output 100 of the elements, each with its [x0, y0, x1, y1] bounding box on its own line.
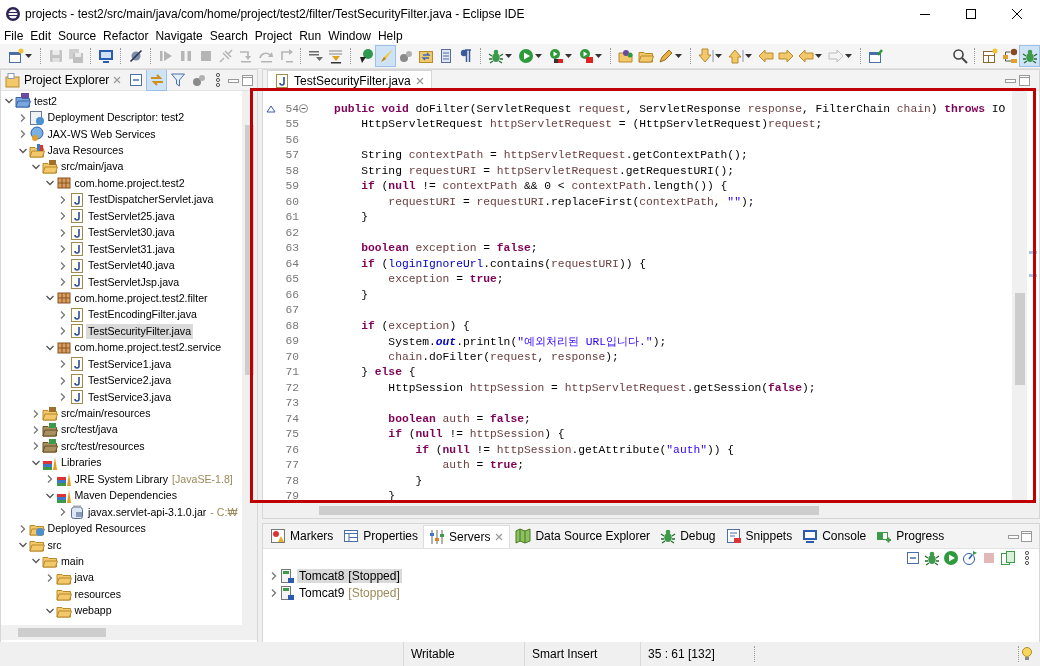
line-number: 61 [284, 211, 299, 224]
line-number: 72 [284, 381, 299, 394]
tree-item[interactable]: TestDispatcherServlet.java [86, 192, 216, 208]
tree-item[interactable]: src/main/resources [59, 406, 153, 422]
status-text: 35 : 61 [132] [648, 647, 715, 661]
tree-item[interactable]: com.home.project.test2.filter [72, 290, 210, 306]
tree-item[interactable]: TestServlet25.java [86, 208, 177, 224]
view-tab[interactable]: Markers [265, 525, 339, 547]
tree-item-decoration: - C:₩ [210, 506, 239, 519]
line-number: 55 [284, 118, 299, 131]
line-number: 63 [284, 242, 299, 255]
code-line: chain.doFilter(request, response); [387, 350, 619, 363]
code-line: if (null != contextPath && 0 < contextPath.length()) { [360, 180, 728, 193]
menu-item[interactable]: Run [295, 28, 325, 44]
view-tab[interactable]: Data Source Explorer [510, 525, 656, 547]
line-number: 64 [284, 257, 299, 270]
tree-item-decoration: [JavaSE-1.8] [172, 473, 234, 486]
code-line: exception = true; [387, 273, 504, 286]
tree-item[interactable]: TestService1.java [86, 356, 174, 372]
line-number: 67 [284, 304, 299, 317]
line-number: 54 [284, 102, 299, 115]
menu-item[interactable]: Help [373, 28, 406, 44]
tree-item[interactable]: TestService3.java [86, 389, 174, 405]
menu-item[interactable]: Navigate [151, 28, 206, 44]
tree-item[interactable]: Java Resources [45, 143, 126, 159]
menu-item[interactable]: Source [54, 28, 100, 44]
view-tab[interactable]: Properties [338, 525, 424, 547]
tree-item[interactable]: Deployment Descriptor: test2 [45, 110, 187, 126]
status-text: Writable [411, 647, 455, 661]
window-title: projects - test2/src/main/java/com/home/project/test2/filter/TestSecurityFilter.java - Eclipse IDE [25, 7, 526, 21]
code-line: System.out.println("예외처리된 URL입니다."); [387, 334, 667, 349]
line-number: 57 [284, 149, 299, 162]
tree-item[interactable]: com.home.project.test2 [72, 175, 187, 191]
code-line: auth = true; [441, 459, 524, 472]
view-tab[interactable]: Debug [655, 525, 721, 547]
tree-item[interactable]: Libraries [59, 455, 104, 471]
line-number: 56 [284, 133, 299, 146]
menu-item[interactable]: Edit [26, 28, 55, 44]
code-line: public void doFilter(ServletRequest request, ServletResponse response, FilterChain chain) throws IO [333, 102, 1006, 115]
tree-item[interactable]: Maven Dependencies [72, 488, 179, 504]
code-line: boolean exception = false; [360, 242, 538, 255]
tree-item[interactable]: TestServlet30.java [86, 225, 177, 241]
code-line: } [360, 211, 368, 224]
tree-item[interactable]: TestEncodingFilter.java [86, 307, 199, 323]
line-number: 59 [284, 180, 299, 193]
tree-item[interactable]: src/test/java [59, 422, 120, 438]
line-number: 62 [284, 226, 299, 239]
code-line: String requestURI = httpServletRequest.getRequestURI(); [360, 164, 735, 177]
tree-item[interactable]: TestServletJsp.java [86, 274, 182, 290]
tree-item[interactable]: TestService2.java [86, 373, 174, 389]
line-number: 60 [284, 195, 299, 208]
tree-item[interactable]: main [59, 553, 86, 569]
menu-item[interactable]: File [0, 28, 27, 44]
tree-item[interactable]: test2 [32, 93, 59, 109]
tree-item[interactable]: JRE System Library [72, 471, 171, 487]
line-number: 70 [284, 350, 299, 363]
tree-item[interactable]: TestServlet40.java [86, 258, 177, 274]
code-line: } else { [360, 366, 416, 379]
tab-label[interactable]: TestSecurityFilter.java [294, 73, 411, 88]
line-number: 76 [284, 443, 299, 456]
line-number: 77 [284, 459, 299, 472]
tree-item[interactable]: TestSecurityFilter.java [86, 323, 194, 339]
tree-item[interactable]: webapp [72, 603, 114, 619]
code-line: if (exception) { [360, 319, 470, 332]
code-line: boolean auth = false; [387, 412, 531, 425]
menu-item[interactable]: Window [324, 28, 374, 44]
view-tab[interactable]: Console [797, 525, 872, 547]
line-number: 74 [284, 412, 299, 425]
code-line: if (null != httpSession) { [387, 428, 565, 441]
server-item[interactable]: Tomcat8 [297, 568, 347, 583]
tree-item[interactable]: src [45, 537, 64, 553]
menu-item[interactable]: Project [250, 28, 296, 44]
view-tab[interactable]: Snippets [720, 525, 798, 547]
code-line: HttpSession httpSession = httpServletRequest.getSession(false); [387, 381, 816, 394]
view-tab[interactable]: Servers [423, 524, 511, 548]
line-number: 69 [284, 335, 299, 348]
status-text: Smart Insert [532, 647, 598, 661]
tree-item[interactable]: JAX-WS Web Services [45, 126, 158, 142]
line-number: 73 [284, 397, 299, 410]
tree-item[interactable]: java [72, 570, 96, 586]
editor-tab[interactable]: TestSecurityFilter.java [267, 70, 432, 90]
line-number: 68 [284, 319, 299, 332]
server-status: [Stopped] [346, 568, 402, 583]
server-status: [Stopped] [347, 585, 401, 600]
view-tab[interactable]: Progress [871, 525, 950, 547]
tree-item[interactable]: Deployed Resources [45, 521, 148, 537]
tree-item[interactable]: src/test/resources [59, 438, 147, 454]
line-number: 78 [284, 474, 299, 487]
tree-item[interactable]: src/main/java [59, 159, 126, 175]
tree-item[interactable]: com.home.project.test2.service [72, 340, 224, 356]
code-line: if (null != httpSession.getAttribute("auth")) { [414, 443, 735, 456]
tree-item[interactable]: TestServlet31.java [86, 241, 177, 257]
code-line: HttpServletRequest httpServletRequest = (HttpServletRequest)request; [360, 118, 823, 131]
tree-item[interactable]: javax.servlet-api-3.1.0.jar [86, 504, 209, 520]
line-number: 65 [284, 273, 299, 286]
tree-item[interactable]: resources [72, 586, 123, 602]
code-line: } [414, 474, 423, 487]
menu-item[interactable]: Search [205, 28, 251, 44]
server-item[interactable]: Tomcat9 [297, 585, 347, 600]
menu-item[interactable]: Refactor [99, 28, 152, 44]
